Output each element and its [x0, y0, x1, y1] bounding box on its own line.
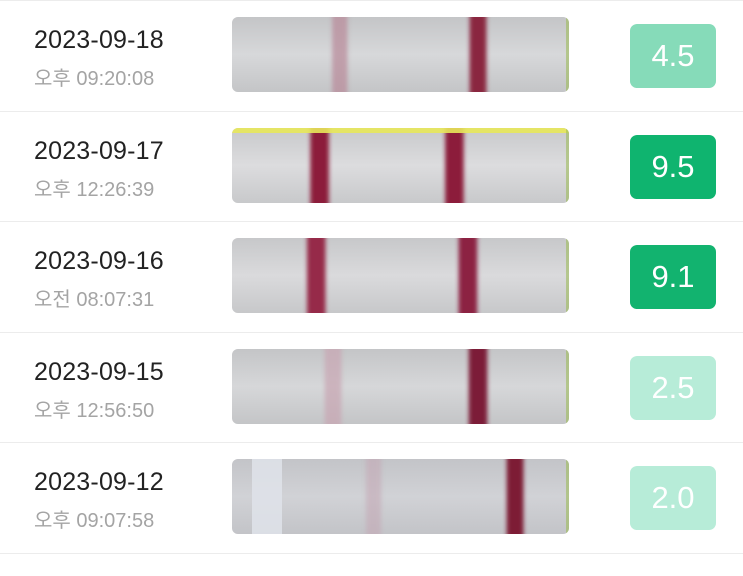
test-line [332, 17, 348, 92]
strip-right-edge [566, 127, 569, 203]
entry-time: 오후 12:56:50 [34, 399, 155, 422]
strip-right-edge [566, 238, 569, 313]
strip-drawing [232, 127, 569, 203]
strip-top-edge [232, 127, 569, 133]
test-strip-image [232, 459, 569, 534]
strip-drawing [232, 348, 569, 424]
strip-drawing [232, 459, 569, 534]
strip-drawing [232, 238, 569, 313]
strip-background [232, 127, 569, 203]
score-badge: 9.1 [630, 245, 716, 309]
test-result-list: 2023-09-18 오후 09:20:08 4.5 2023-09-17 오후… [0, 0, 743, 576]
entry-date: 2023-09-15 [34, 357, 164, 386]
test-line [310, 127, 329, 203]
strip-drawing [232, 17, 569, 92]
strip-background [232, 348, 569, 424]
score-badge: 2.5 [630, 355, 716, 420]
entry-date: 2023-09-18 [34, 26, 164, 54]
list-item[interactable]: 2023-09-15 오후 12:56:50 2.5 [0, 333, 743, 443]
strip-right-edge [566, 17, 569, 92]
control-line [469, 17, 487, 92]
test-strip-image [232, 17, 569, 92]
entry-date: 2023-09-16 [34, 247, 164, 275]
score-badge: 4.5 [630, 24, 716, 88]
strip-background [232, 17, 569, 92]
test-line [365, 459, 382, 534]
control-line [458, 238, 478, 313]
test-strip-image [232, 127, 569, 203]
test-strip-image [232, 238, 569, 313]
entry-time: 오후 09:07:58 [34, 510, 155, 532]
strip-right-edge [566, 459, 569, 534]
control-line [468, 348, 488, 424]
entry-time: 오후 09:20:08 [34, 68, 155, 90]
test-strip-image [232, 348, 569, 424]
control-line [506, 459, 524, 534]
strip-background [232, 238, 569, 313]
entry-date: 2023-09-17 [34, 136, 164, 165]
list-item[interactable]: 2023-09-12 오후 09:07:58 2.0 [0, 443, 743, 554]
control-line [445, 127, 464, 203]
strip-sample-pad [252, 459, 282, 534]
list-item[interactable]: 2023-09-18 오후 09:20:08 4.5 [0, 1, 743, 112]
entry-date: 2023-09-12 [34, 468, 164, 496]
score-badge: 9.5 [630, 134, 716, 199]
list-item[interactable]: 2023-09-17 오후 12:26:39 9.5 [0, 112, 743, 222]
test-line [324, 348, 342, 424]
score-badge: 2.0 [630, 466, 716, 530]
strip-right-edge [566, 348, 569, 424]
entry-time: 오전 08:07:31 [34, 289, 155, 311]
list-item[interactable]: 2023-09-16 오전 08:07:31 9.1 [0, 222, 743, 333]
test-line [306, 238, 326, 313]
entry-time: 오후 12:26:39 [34, 178, 155, 201]
